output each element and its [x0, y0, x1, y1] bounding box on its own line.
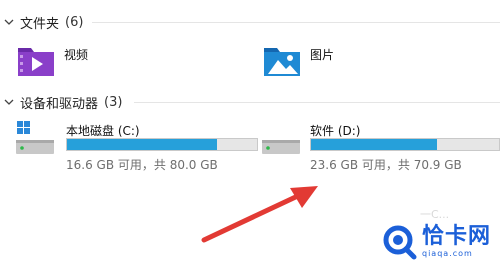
section-count: (6) [65, 14, 84, 30]
windows-drive-icon [16, 121, 54, 154]
video-folder-icon [18, 48, 54, 76]
drive-usage-fill [311, 139, 437, 150]
watermark-logo: 恰卡网 qiaqa.com [382, 220, 500, 264]
watermark-text: 恰卡网 [422, 224, 492, 249]
drive-usage-fill [67, 139, 218, 150]
section-header-devices[interactable]: 设备和驱动器 (3) [4, 92, 122, 112]
section-title: 文件夹 [20, 16, 60, 32]
folder-label: 图片 [310, 48, 335, 62]
section-count: (3) [104, 94, 123, 110]
qiaqa-logo-icon [383, 225, 417, 260]
drive-free-space: 23.6 GB 可用，共 70.9 GB [310, 158, 462, 172]
drive-name: 本地磁盘 (C:) [66, 124, 140, 138]
folder-label: 视频 [64, 48, 89, 62]
drive-free-space: 16.6 GB 可用，共 80.0 GB [66, 158, 218, 172]
folder-pictures[interactable]: 图片 [262, 42, 334, 78]
section-header-folders[interactable]: 文件夹 (6) [4, 12, 83, 32]
drive-usage-bar [310, 138, 500, 151]
red-arrow-annotation [201, 186, 318, 243]
section-title: 设备和驱动器 [20, 96, 99, 112]
drive-usage-bar [66, 138, 258, 151]
chevron-down-icon [4, 19, 14, 25]
folder-videos[interactable]: 视频 [16, 42, 88, 78]
drive-name: 软件 (D:) [310, 124, 361, 138]
section-divider [92, 22, 500, 23]
hard-drive-icon [262, 140, 300, 154]
drive-c[interactable]: 本地磁盘 (C:) 16.6 GB 可用，共 80.0 GB [14, 118, 258, 172]
section-divider [134, 102, 500, 103]
watermark-subtext: qiaqa.com [422, 249, 473, 258]
chevron-down-icon [4, 99, 14, 105]
drive-d[interactable]: 软件 (D:) 23.6 GB 可用，共 70.9 GB [262, 118, 500, 172]
pictures-folder-icon [264, 48, 300, 76]
